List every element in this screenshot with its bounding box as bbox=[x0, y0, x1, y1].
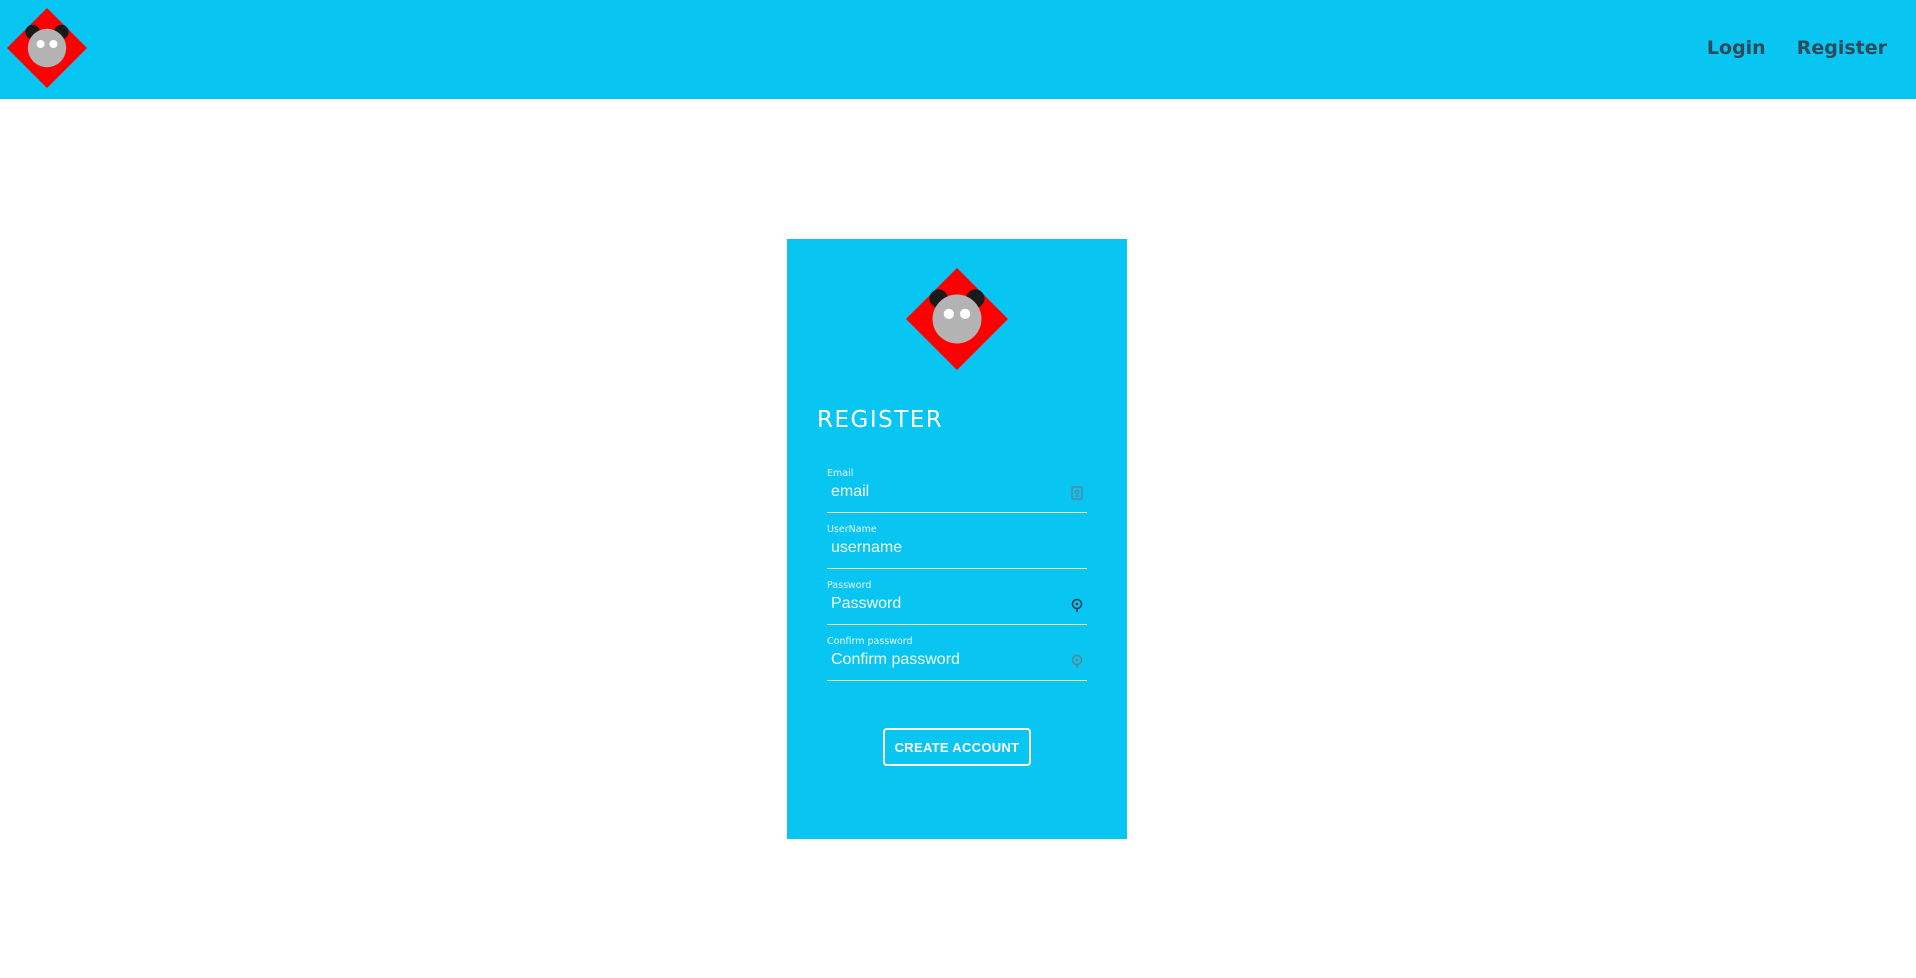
username-field[interactable] bbox=[831, 537, 1051, 559]
email-field[interactable] bbox=[831, 481, 1051, 503]
confirm-password-field[interactable] bbox=[831, 649, 1051, 671]
panda-logo-icon bbox=[906, 268, 1008, 370]
key-icon[interactable] bbox=[1069, 597, 1085, 613]
password-field-group: Password bbox=[827, 580, 1087, 625]
nav-links: Login Register bbox=[1676, 36, 1887, 60]
create-account-button[interactable]: CREATE ACCOUNT bbox=[883, 728, 1031, 766]
panda-logo-icon[interactable] bbox=[7, 8, 87, 88]
contact-card-icon bbox=[1071, 486, 1083, 500]
page-title: REGISTER bbox=[817, 407, 944, 433]
confirm-password-label: Confirm password bbox=[827, 636, 913, 647]
password-field[interactable] bbox=[831, 593, 1051, 615]
password-label: Password bbox=[827, 580, 872, 591]
nav-register-link[interactable]: Register bbox=[1797, 36, 1887, 60]
username-field-group: UserName bbox=[827, 524, 1087, 569]
email-label: Email bbox=[827, 468, 854, 479]
top-navbar: Login Register bbox=[0, 0, 1916, 99]
nav-login-link[interactable]: Login bbox=[1707, 36, 1766, 60]
key-icon[interactable] bbox=[1069, 653, 1085, 669]
email-field-group: Email bbox=[827, 468, 1087, 513]
confirm-password-field-group: Confirm password bbox=[827, 636, 1087, 681]
register-card: REGISTER Email UserName Password Confirm… bbox=[787, 239, 1127, 839]
username-label: UserName bbox=[827, 524, 877, 535]
